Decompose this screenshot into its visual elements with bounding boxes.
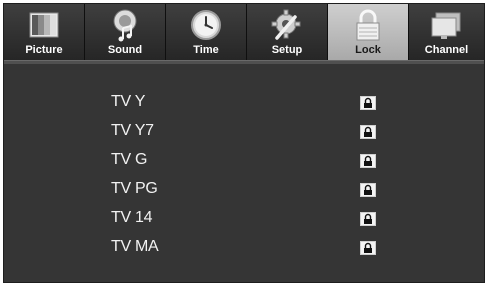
tab-label: Sound (107, 44, 143, 56)
rating-row-tv-g[interactable]: TV G (4, 150, 484, 179)
lock-toggle[interactable] (360, 154, 376, 168)
channel-icon (429, 8, 465, 42)
sound-icon (107, 8, 143, 42)
rating-row-tv-pg[interactable]: TV PG (4, 179, 484, 208)
rating-label: TV G (111, 151, 148, 168)
rating-label: TV Y (111, 93, 146, 110)
lock-icon (350, 8, 386, 42)
wrench-gear-icon (269, 8, 305, 42)
lock-icon (364, 213, 372, 224)
tab-setup[interactable]: Setup (247, 4, 328, 60)
lock-toggle[interactable] (360, 183, 376, 197)
lock-icon (364, 242, 372, 253)
tv-menu-screen: Picture Sound Time Setup Lock Channel TV… (3, 3, 485, 283)
tab-label: Lock (355, 44, 381, 56)
lock-toggle[interactable] (360, 96, 376, 110)
tab-time[interactable]: Time (166, 4, 247, 60)
lock-icon (364, 126, 372, 137)
tab-label: Channel (424, 44, 469, 56)
rating-row-tv-14[interactable]: TV 14 (4, 208, 484, 237)
menu-divider (4, 60, 484, 64)
lock-icon (364, 155, 372, 166)
clock-icon (188, 8, 224, 42)
lock-toggle[interactable] (360, 212, 376, 226)
tab-sound[interactable]: Sound (85, 4, 166, 60)
rating-row-tv-y7[interactable]: TV Y7 (4, 121, 484, 150)
tab-label: Time (193, 44, 219, 56)
rating-label: TV MA (111, 238, 159, 255)
tab-lock[interactable]: Lock (328, 4, 409, 60)
rating-label: TV 14 (111, 209, 153, 226)
picture-icon (26, 8, 62, 42)
lock-icon (364, 184, 372, 195)
rating-label: TV PG (111, 180, 158, 197)
tab-picture[interactable]: Picture (4, 4, 85, 60)
menu-tab-bar: Picture Sound Time Setup Lock Channel (4, 4, 484, 60)
rating-row-tv-y[interactable]: TV Y (4, 92, 484, 121)
rating-label: TV Y7 (111, 122, 154, 139)
tab-label: Setup (271, 44, 303, 56)
tab-label: Picture (25, 44, 63, 56)
rating-list: TV Y TV Y7 TV G TV PG TV 14 TV MA (4, 92, 484, 266)
lock-toggle[interactable] (360, 241, 376, 255)
lock-toggle[interactable] (360, 125, 376, 139)
tab-channel[interactable]: Channel (409, 4, 484, 60)
rating-row-tv-ma[interactable]: TV MA (4, 237, 484, 266)
lock-icon (364, 97, 372, 108)
